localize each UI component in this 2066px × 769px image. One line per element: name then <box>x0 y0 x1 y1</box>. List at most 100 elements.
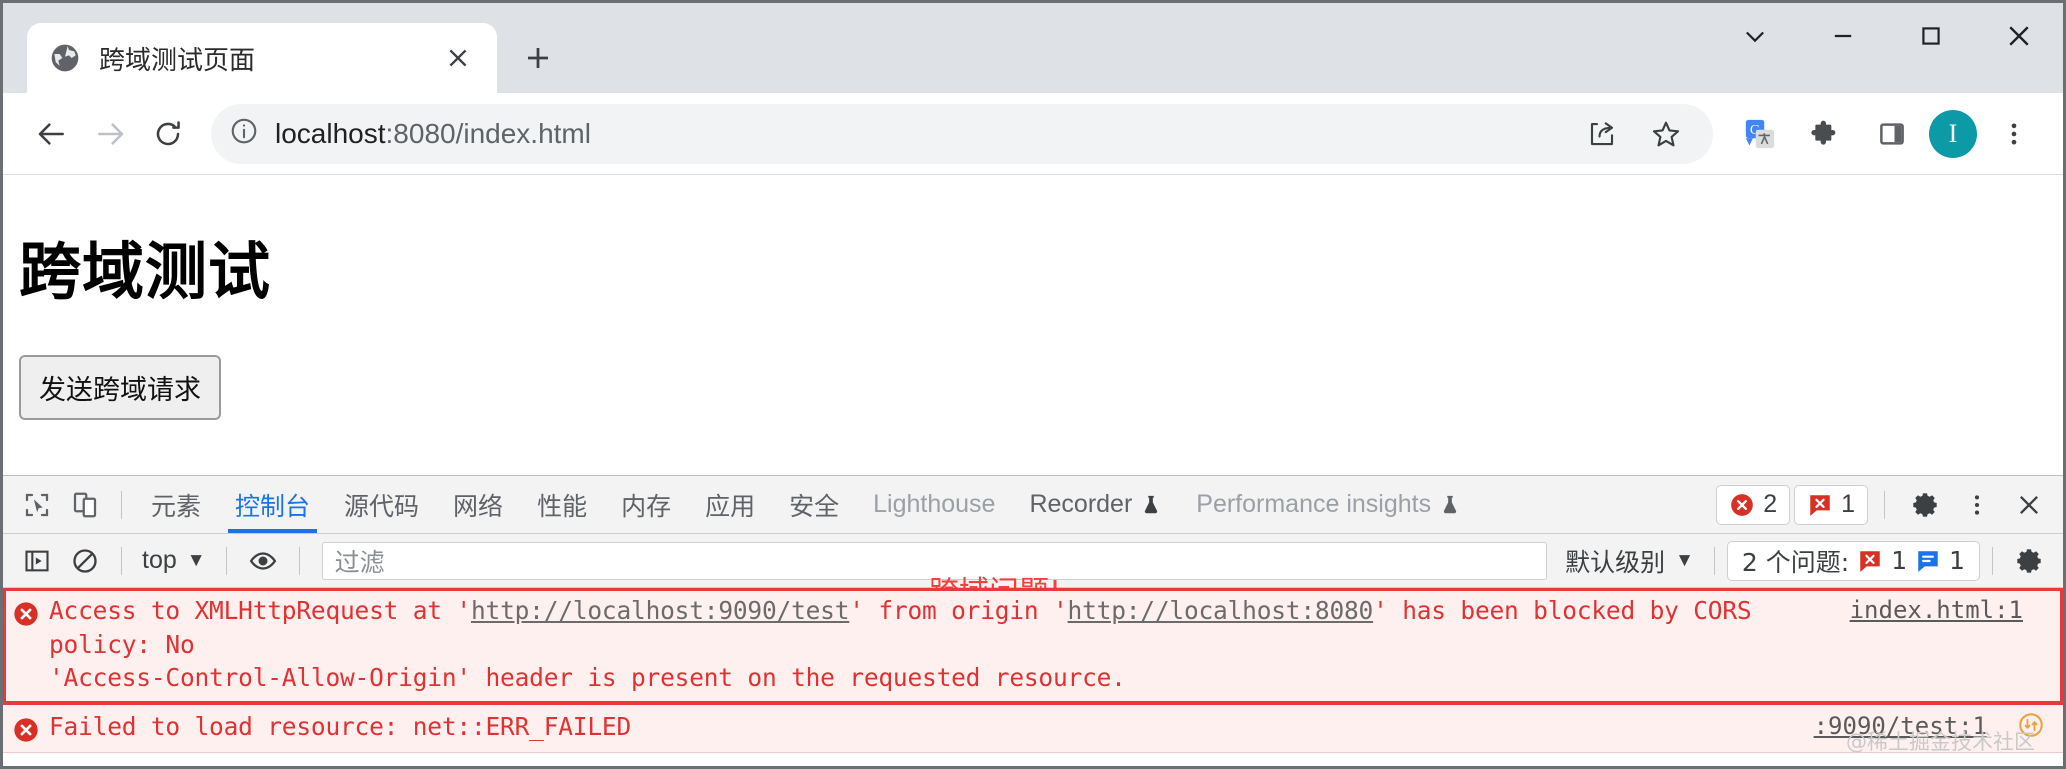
error-icon <box>1731 493 1754 516</box>
tab-network[interactable]: 网络 <box>436 477 520 533</box>
divider <box>1884 490 1885 519</box>
console-filter-placeholder: 过滤 <box>334 547 385 577</box>
browser-window: 跨域测试页面 localhost:8080/index.html G I 跨域测… <box>0 0 2066 769</box>
divider <box>121 490 122 519</box>
issues-info-count: 1 <box>1949 546 1965 575</box>
console-message-list[interactable]: Access to XMLHttpRequest at 'http://loca… <box>3 588 2063 766</box>
console-settings-gear-icon[interactable] <box>2005 539 2053 583</box>
divider <box>1713 546 1715 575</box>
inline-url-link[interactable]: http://localhost:9090/test <box>471 596 850 625</box>
message-text-segment: Access to XMLHttpRequest at ' <box>49 596 471 625</box>
page-title: 跨域测试 <box>19 235 272 308</box>
send-cross-origin-request-button[interactable]: 发送跨域请求 <box>19 355 221 420</box>
inspect-element-icon[interactable] <box>13 483 61 527</box>
tab-label: 性能 <box>537 492 588 521</box>
flask-icon <box>1145 495 1158 513</box>
address-bar[interactable]: localhost:8080/index.html <box>211 103 1713 164</box>
log-level-selector[interactable]: 默认级别 ▼ <box>1557 543 1702 579</box>
address-bar-url: localhost:8080/index.html <box>275 117 591 149</box>
close-window-icon[interactable] <box>1975 3 2063 69</box>
tab-label: 网络 <box>453 492 504 521</box>
issues-error-count: 1 <box>1891 546 1908 575</box>
issue-icon <box>1860 550 1880 572</box>
side-panel-icon[interactable] <box>1863 105 1921 163</box>
share-icon[interactable] <box>1573 105 1631 163</box>
message-text-segment: Failed to load resource: net::ERR_FAILED <box>49 711 632 741</box>
devtools-close-icon[interactable] <box>2005 483 2053 527</box>
log-level-label: 默认级别 <box>1565 548 1666 577</box>
minimize-icon[interactable] <box>1799 3 1887 69</box>
tab-elements[interactable]: 元素 <box>134 477 218 533</box>
tab-search-chevron-down-icon[interactable] <box>1711 3 1799 69</box>
gear-icon[interactable] <box>1901 483 1949 527</box>
console-message-text: Failed to load resource: net::ERR_FAILED <box>49 710 1814 744</box>
tab-application[interactable]: 应用 <box>688 477 772 533</box>
console-message-cors-error[interactable]: Access to XMLHttpRequest at 'http://loca… <box>3 588 2063 705</box>
back-icon[interactable] <box>23 105 81 163</box>
puzzle-icon[interactable] <box>1797 105 1855 163</box>
tab-label: 内存 <box>621 492 672 521</box>
tab-security[interactable]: 安全 <box>772 477 856 533</box>
issues-summary-button[interactable]: 2 个问题: 1 1 <box>1726 540 1980 581</box>
execution-context-selector[interactable]: top ▼ <box>134 546 214 575</box>
new-tab-button[interactable] <box>511 31 565 85</box>
site-info-icon[interactable] <box>229 116 259 151</box>
divider <box>1992 546 1993 575</box>
console-message-failed-resource[interactable]: Failed to load resource: net::ERR_FAILED… <box>3 703 2063 753</box>
tab-label: 控制台 <box>235 492 311 521</box>
devtools-status-actions: 2 1 <box>1716 483 2053 527</box>
three-dot-menu-icon[interactable] <box>1985 105 2043 163</box>
tab-label: Performance insights <box>1196 490 1432 518</box>
tab-performance-insights[interactable]: Performance insights <box>1179 477 1478 533</box>
issue-count-badge[interactable]: 1 <box>1794 484 1868 525</box>
tab-recorder[interactable]: Recorder <box>1012 477 1179 533</box>
error-icon <box>3 594 49 628</box>
reload-icon[interactable] <box>139 105 197 163</box>
watermark: @稀土掘金技术社区 <box>1846 730 2035 754</box>
tab-strip: 跨域测试页面 <box>3 3 2063 93</box>
omnibox-actions <box>1573 105 1695 163</box>
divider <box>298 546 300 575</box>
google-translate-icon[interactable]: G <box>1731 105 1789 163</box>
maximize-icon[interactable] <box>1887 3 1975 69</box>
console-message-text: Access to XMLHttpRequest at 'http://loca… <box>49 594 1850 695</box>
message-text-segment: ' from origin ' <box>849 596 1068 625</box>
tab-label: 应用 <box>705 492 756 521</box>
tab-label: 源代码 <box>344 492 420 521</box>
tab-memory[interactable]: 内存 <box>604 477 688 533</box>
divider <box>121 546 122 575</box>
issues-label: 2 个问题: <box>1741 547 1850 577</box>
tab-console[interactable]: 控制台 <box>218 477 327 533</box>
source-link[interactable]: index.html:1 <box>1850 594 2045 624</box>
page-viewport: 跨域测试 发送跨域请求 跨域问题! <box>3 175 2063 710</box>
error-count-badge[interactable]: 2 <box>1716 484 1791 525</box>
clear-console-icon[interactable] <box>61 539 109 583</box>
forward-icon[interactable] <box>81 105 139 163</box>
devtools-more-menu-icon[interactable] <box>1953 483 2001 527</box>
devtools-panel: 元素 控制台 源代码 网络 性能 内存 应用 安全 Lighthouse Rec… <box>3 475 2063 766</box>
inline-url-link[interactable]: http://localhost:8080 <box>1068 596 1374 625</box>
issue-count: 1 <box>1841 490 1855 518</box>
console-message-source[interactable]: index.html:1 <box>1850 594 2063 624</box>
tab-close-icon[interactable] <box>437 37 479 79</box>
live-expression-eye-icon[interactable] <box>239 539 287 583</box>
divider <box>225 546 227 575</box>
error-icon <box>3 710 49 744</box>
devtools-tab-bar: 元素 控制台 源代码 网络 性能 内存 应用 安全 Lighthouse Rec… <box>3 476 2063 534</box>
console-prompt[interactable] <box>3 753 2063 766</box>
tab-lighthouse[interactable]: Lighthouse <box>856 477 1012 533</box>
toolbar-actions: G I <box>1731 105 2043 163</box>
navigation-toolbar: localhost:8080/index.html G I <box>3 93 2063 175</box>
avatar[interactable]: I <box>1929 109 1977 158</box>
tab-performance[interactable]: 性能 <box>520 477 604 533</box>
flask-icon <box>1443 495 1457 513</box>
console-sidebar-icon[interactable] <box>13 539 61 583</box>
tab-sources[interactable]: 源代码 <box>327 477 436 533</box>
window-controls <box>1711 3 2063 69</box>
star-icon[interactable] <box>1637 105 1695 163</box>
device-toolbar-icon[interactable] <box>61 483 109 527</box>
tab-label: 安全 <box>789 492 840 521</box>
chevron-down-icon: ▼ <box>1675 549 1694 571</box>
globe-icon <box>49 42 81 74</box>
browser-tab[interactable]: 跨域测试页面 <box>27 23 497 93</box>
